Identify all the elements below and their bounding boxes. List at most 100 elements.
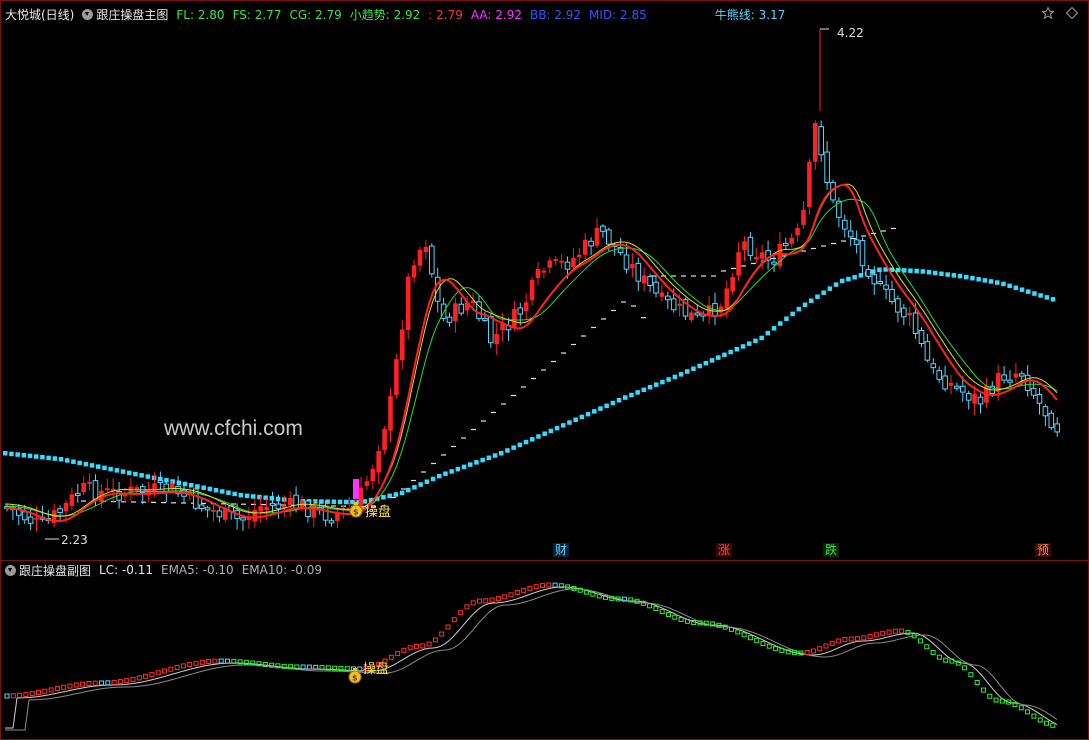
candle-body <box>264 506 269 511</box>
dropdown-circle-icon[interactable] <box>5 564 16 576</box>
candle-body <box>328 520 335 524</box>
bull-bear-dot <box>1032 291 1037 296</box>
low-price-label: 2.23 <box>61 533 88 547</box>
candle-body <box>423 247 429 252</box>
bull-bear-dot <box>127 470 132 476</box>
diamond-icon[interactable] <box>1066 7 1078 19</box>
lc-bar <box>672 614 678 620</box>
lc-bar <box>760 641 766 647</box>
bull-bear-dot <box>790 311 795 317</box>
lc-bar <box>67 683 73 689</box>
lc-bar <box>54 686 60 692</box>
bull-bear-dot <box>926 269 932 275</box>
bull-bear-dot <box>9 451 14 457</box>
bull-bear-dot <box>964 274 969 280</box>
sub-indicator-name[interactable]: 跟庄操盘副图 <box>19 562 91 579</box>
bull-bear-dot <box>908 268 913 273</box>
bull-bear-dot <box>747 341 752 346</box>
lc-bar <box>180 663 186 669</box>
sub-chart-canvas[interactable]: $ 操盘 <box>1 561 1088 739</box>
candle-body <box>488 316 494 344</box>
candle-body <box>523 302 529 312</box>
candle-body <box>859 239 866 267</box>
candle-body <box>647 276 653 286</box>
bull-bear-dot <box>58 456 64 462</box>
bull-bear-dot <box>399 490 405 496</box>
lc-bar <box>155 670 161 676</box>
lc-bar <box>546 582 552 588</box>
lc-bar <box>1037 717 1043 723</box>
lc-bar <box>962 665 968 671</box>
stock-name[interactable]: 大悦城(日线) <box>5 6 74 23</box>
bull-bear-dot <box>833 282 839 287</box>
bull-bear-dot <box>251 494 256 499</box>
svg-text:$: $ <box>352 674 358 683</box>
candle-body <box>954 385 960 389</box>
lc-bar <box>508 592 514 598</box>
bull-bear-dot <box>951 273 957 278</box>
candle-body <box>842 219 848 230</box>
bull-bear-dot <box>1050 297 1056 302</box>
candle-body <box>1054 423 1061 433</box>
candle-body <box>564 261 571 270</box>
bull-bear-dot <box>703 360 709 366</box>
lc-bar <box>1025 709 1031 715</box>
lc-bar <box>936 654 942 660</box>
bull-bear-dot <box>685 369 690 374</box>
candle-body <box>152 483 157 493</box>
sub-title-bar: 跟庄操盘副图 LC: -0.11 EMA5: -0.10 EMA10: -0.09 <box>5 562 330 578</box>
bull-bear-dot <box>871 269 876 274</box>
bull-bear-dot <box>139 473 144 478</box>
dropdown-circle-icon[interactable] <box>82 8 94 20</box>
bull-bear-dot <box>46 455 51 461</box>
sub-chart-panel[interactable]: $ 操盘 跟庄操盘副图 LC: -0.11 EMA5: -0.10 EMA10: -0… <box>1 560 1088 739</box>
lc-bar <box>4 693 10 699</box>
bull-bear-dot <box>430 476 436 482</box>
candle-body <box>795 228 800 236</box>
bull-bear-dot <box>406 487 411 493</box>
main-indicator-name[interactable]: 跟庄操盘主图 <box>96 6 168 23</box>
candle-body <box>482 317 488 321</box>
main-chart-canvas[interactable]: 4.22 2.23 $ 操盘 <box>1 1 1088 559</box>
bull-bear-dot <box>641 387 647 393</box>
candle-body <box>1024 374 1031 391</box>
lc-bar <box>653 606 659 612</box>
lc-bar <box>464 604 470 610</box>
bull-bear-dot <box>809 298 814 303</box>
candle-body <box>818 126 825 156</box>
lc-bar <box>439 631 445 637</box>
candle-body <box>653 281 659 294</box>
candle-body <box>659 292 665 297</box>
sub-indicator-values: LC: -0.11 EMA5: -0.10 EMA10: -0.09 <box>99 563 330 577</box>
candle-body <box>1019 373 1025 377</box>
lc-bar <box>993 697 999 703</box>
main-chart-panel[interactable]: 4.22 2.23 $ 操盘 大悦城(日线) 跟庄操盘主图 FL: 2.80 FS: 2… <box>1 1 1088 559</box>
candle-body <box>895 298 901 313</box>
bull-bear-dot <box>207 486 213 492</box>
bull-bear-dot <box>492 453 498 458</box>
lc-bar <box>880 630 886 636</box>
candle-body <box>453 303 458 322</box>
candle-body <box>600 225 606 232</box>
bull-bear-dot <box>3 451 8 456</box>
star-icon[interactable] <box>1042 7 1054 19</box>
sub-value-1: EMA5: -0.10 <box>161 563 234 577</box>
bull-bear-dot <box>647 385 653 390</box>
bull-bear-dot <box>895 267 901 273</box>
lc-bar <box>199 659 205 665</box>
main-title-bar: 大悦城(日线) 跟庄操盘主图 FL: 2.80 FS: 2.77 CG: 2.79 小… <box>5 5 793 23</box>
candle-body <box>21 511 28 521</box>
candle-body <box>670 298 677 311</box>
lc-bar <box>117 679 123 685</box>
candle-body <box>789 237 794 244</box>
bull-bear-dot <box>802 302 808 308</box>
bull-bear-dot <box>201 485 206 490</box>
bull-bear-dot <box>740 344 746 349</box>
candle-body <box>169 483 175 489</box>
lc-bar <box>659 609 665 615</box>
bull-bear-dot <box>145 474 151 479</box>
candle-body <box>547 260 553 268</box>
lc-bar <box>432 637 438 643</box>
lc-bar <box>414 643 419 649</box>
candle-body <box>364 481 370 486</box>
